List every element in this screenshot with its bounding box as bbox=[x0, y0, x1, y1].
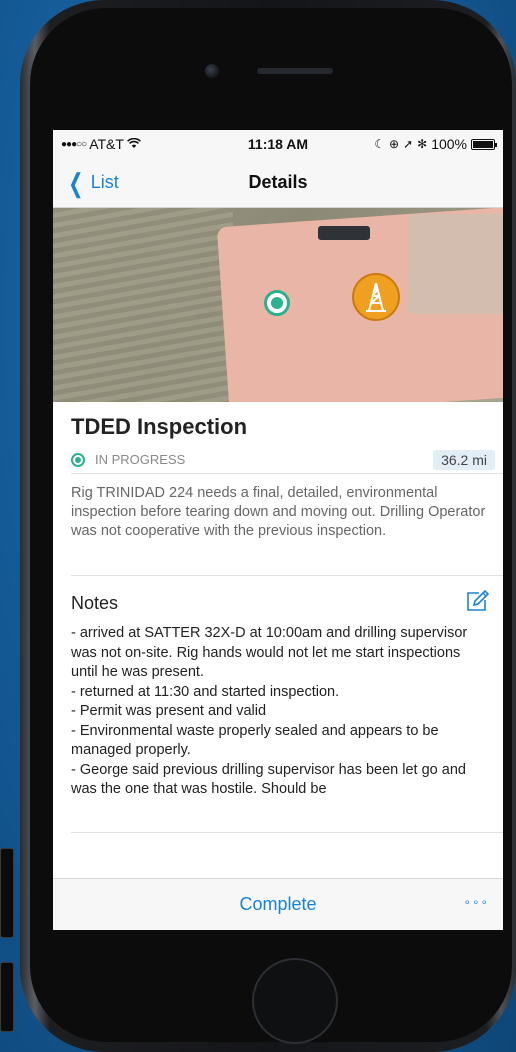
chevron-left-icon: ❮ bbox=[68, 167, 84, 198]
location-icon: ➚ bbox=[403, 137, 414, 151]
bottom-toolbar: Complete ∘∘∘ bbox=[53, 878, 503, 930]
rotation-lock-icon: ⊕ bbox=[389, 137, 400, 151]
moon-icon: ☾ bbox=[374, 137, 385, 151]
note-line: - Permit was present and valid bbox=[71, 703, 267, 719]
in-progress-icon bbox=[71, 452, 85, 467]
note-line: - George said previous drilling supervis… bbox=[71, 761, 466, 798]
note-line: - Environmental waste properly sealed an… bbox=[71, 722, 439, 759]
note-line: - arrived at SATTER 32X-D at 10:00am and… bbox=[71, 625, 468, 680]
navigation-bar: ❮ List Details bbox=[53, 158, 503, 208]
details-content: TDED Inspection IN PROGRESS 36.2 mi Rig … bbox=[53, 402, 503, 833]
more-options-button[interactable]: ∘∘∘ bbox=[463, 895, 489, 909]
notes-body[interactable]: - arrived at SATTER 32X-D at 10:00am and… bbox=[71, 616, 503, 824]
status-right: ☾ ⊕ ➚ ✻ 100% bbox=[374, 136, 497, 152]
status-bar: ●●●○○ AT&T 11:18 AM ☾ ⊕ ➚ ✻ 100% bbox=[53, 130, 503, 158]
volume-up-key bbox=[0, 848, 14, 938]
earpiece-speaker bbox=[257, 68, 333, 74]
inspection-title: TDED Inspection bbox=[71, 414, 248, 439]
status-row: IN PROGRESS 36.2 mi bbox=[71, 446, 503, 474]
front-camera bbox=[205, 64, 219, 78]
divider bbox=[71, 832, 503, 833]
home-button[interactable] bbox=[252, 958, 338, 1044]
status-text: IN PROGRESS bbox=[95, 452, 186, 467]
rig-marker-icon[interactable] bbox=[352, 273, 400, 321]
battery-percent: 100% bbox=[431, 136, 467, 152]
edit-icon[interactable] bbox=[465, 589, 491, 618]
back-button[interactable]: ❮ List bbox=[65, 167, 119, 198]
current-location-marker[interactable] bbox=[264, 290, 290, 316]
map-tank bbox=[318, 226, 370, 240]
note-line: - returned at 11:30 and started inspecti… bbox=[71, 683, 340, 700]
page-title: Details bbox=[248, 172, 308, 192]
notes-header: Notes bbox=[71, 576, 503, 616]
battery-icon bbox=[471, 138, 497, 150]
app-screen: ●●●○○ AT&T 11:18 AM ☾ ⊕ ➚ ✻ 100% ❮ List … bbox=[53, 130, 503, 930]
complete-button[interactable]: Complete bbox=[239, 894, 316, 915]
map-field-texture bbox=[53, 208, 233, 402]
notes-title: Notes bbox=[71, 592, 119, 613]
volume-down-key bbox=[0, 962, 14, 1032]
inspection-description: Rig TRINIDAD 224 needs a final, detailed… bbox=[71, 474, 503, 576]
distance-badge: 36.2 mi bbox=[433, 449, 495, 470]
bluetooth-icon: ✻ bbox=[417, 137, 428, 151]
back-label: List bbox=[90, 172, 119, 192]
map-gravel-area bbox=[408, 214, 503, 314]
map-view[interactable] bbox=[53, 208, 503, 402]
